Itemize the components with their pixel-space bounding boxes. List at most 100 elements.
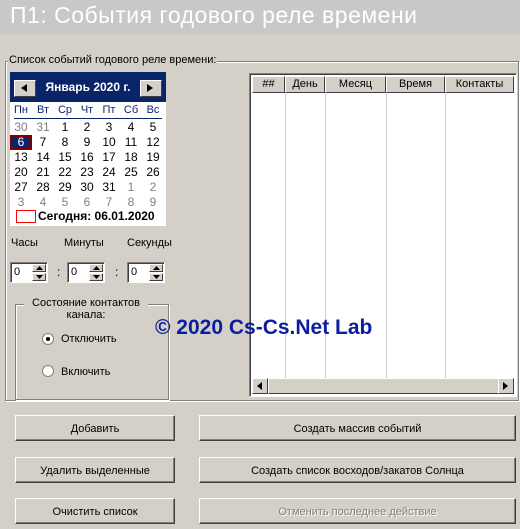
calendar-day[interactable]: 31: [32, 120, 54, 135]
calendar-day[interactable]: 26: [142, 165, 164, 180]
calendar-day[interactable]: 16: [76, 150, 98, 165]
calendar-day[interactable]: 28: [32, 180, 54, 195]
prev-month-button[interactable]: [14, 80, 36, 97]
calendar-day[interactable]: 8: [54, 135, 76, 150]
radio-disable[interactable]: [42, 333, 54, 345]
seconds-up-button[interactable]: [149, 264, 163, 272]
today-label[interactable]: Сегодня: 06.01.2020: [38, 209, 155, 223]
calendar-day[interactable]: 25: [120, 165, 142, 180]
seconds-label: Секунды: [127, 237, 172, 249]
calendar-day[interactable]: 2: [142, 180, 164, 195]
minutes-up-button[interactable]: [89, 264, 103, 272]
calendar-day[interactable]: 3: [98, 120, 120, 135]
column-header-month[interactable]: Месяц: [325, 76, 386, 93]
undo-button[interactable]: Отменить последнее действие: [199, 498, 516, 524]
calendar-day[interactable]: 19: [142, 150, 164, 165]
hours-spinner[interactable]: 0: [10, 262, 48, 283]
scroll-left-button[interactable]: [252, 378, 268, 394]
minutes-value[interactable]: 0: [71, 266, 77, 278]
arrow-up-icon: [93, 266, 100, 270]
calendar-day[interactable]: 31: [98, 180, 120, 195]
calendar-day[interactable]: 15: [54, 150, 76, 165]
calendar-day[interactable]: 1: [54, 120, 76, 135]
calendar-day[interactable]: 24: [98, 165, 120, 180]
create-sun-list-button[interactable]: Создать список восходов/закатов Солнца: [199, 457, 516, 483]
seconds-value[interactable]: 0: [131, 266, 137, 278]
arrow-down-icon: [153, 275, 160, 279]
calendar-day[interactable]: 23: [76, 165, 98, 180]
calendar-day[interactable]: 5: [142, 120, 164, 135]
horizontal-scrollbar[interactable]: [252, 378, 514, 394]
calendar-day[interactable]: 11: [120, 135, 142, 150]
contacts-group-legend: Состояние контактов канала:: [24, 297, 148, 321]
calendar-day[interactable]: 9: [142, 195, 164, 210]
calendar-day[interactable]: 4: [120, 120, 142, 135]
calendar-day[interactable]: 6: [76, 195, 98, 210]
calendar-day[interactable]: 30: [10, 120, 32, 135]
calendar-day[interactable]: 9: [76, 135, 98, 150]
hours-value[interactable]: 0: [14, 266, 20, 278]
calendar-day[interactable]: 1: [120, 180, 142, 195]
weekday-header: Чт: [80, 104, 94, 116]
calendar-day[interactable]: 5: [54, 195, 76, 210]
calendar-day[interactable]: 10: [98, 135, 120, 150]
radio-enable-label[interactable]: Включить: [61, 366, 110, 378]
calendar-day[interactable]: 20: [10, 165, 32, 180]
calendar-day[interactable]: 22: [54, 165, 76, 180]
calendar-day[interactable]: 18: [120, 150, 142, 165]
calendar-day[interactable]: 6: [10, 135, 32, 150]
calendar-day[interactable]: 4: [32, 195, 54, 210]
radio-disable-label[interactable]: Отключить: [61, 333, 117, 345]
seconds-down-button[interactable]: [149, 273, 163, 281]
calendar-day[interactable]: 21: [32, 165, 54, 180]
delete-selected-button[interactable]: Удалить выделенные: [15, 457, 175, 483]
column-header-day[interactable]: День: [285, 76, 325, 93]
create-array-button[interactable]: Создать массив событий: [199, 415, 516, 441]
hours-label: Часы: [11, 237, 38, 249]
arrow-right-icon: [503, 382, 508, 390]
add-button[interactable]: Добавить: [15, 415, 175, 441]
calendar[interactable]: Январь 2020 г. Пн Вт Ср Чт Пт Сб Вс 30 31 1 2 3 4 5 6…: [10, 72, 166, 226]
arrow-down-icon: [36, 275, 43, 279]
seconds-spinner[interactable]: 0: [127, 262, 165, 283]
minutes-spinner[interactable]: 0: [67, 262, 105, 283]
column-header-contacts[interactable]: Контакты: [445, 76, 514, 93]
calendar-day[interactable]: 14: [32, 150, 54, 165]
calendar-day[interactable]: 12: [142, 135, 164, 150]
calendar-day[interactable]: 8: [120, 195, 142, 210]
weekday-header: Пн: [14, 104, 28, 116]
calendar-day[interactable]: 7: [32, 135, 54, 150]
column-divider: [386, 93, 387, 380]
column-header-time[interactable]: Время: [386, 76, 445, 93]
window-title: П1: События годового реле времени: [10, 2, 418, 28]
calendar-day[interactable]: 29: [54, 180, 76, 195]
weekday-header: Сб: [123, 104, 139, 116]
events-table[interactable]: ## День Месяц Время Контакты: [249, 73, 517, 397]
minutes-down-button[interactable]: [89, 273, 103, 281]
clear-list-button[interactable]: Очистить список: [15, 498, 175, 524]
arrow-up-icon: [36, 266, 43, 270]
scroll-thumb[interactable]: [268, 378, 500, 394]
hours-up-button[interactable]: [32, 264, 46, 272]
calendar-header: Январь 2020 г.: [10, 72, 166, 102]
arrow-down-icon: [93, 275, 100, 279]
calendar-day[interactable]: 17: [98, 150, 120, 165]
column-header-number[interactable]: ##: [252, 76, 285, 93]
time-separator: :: [115, 265, 119, 279]
radio-dot: [46, 337, 50, 341]
arrow-up-icon: [153, 266, 160, 270]
weekday-header: Ср: [57, 104, 73, 116]
title-bar: П1: События годового реле времени: [0, 0, 520, 34]
calendar-day[interactable]: 2: [76, 120, 98, 135]
weekday-header: Вс: [146, 104, 160, 116]
calendar-day[interactable]: 27: [10, 180, 32, 195]
calendar-day[interactable]: 3: [10, 195, 32, 210]
hours-down-button[interactable]: [32, 273, 46, 281]
radio-enable[interactable]: [42, 365, 54, 377]
scroll-right-button[interactable]: [498, 378, 514, 394]
events-group-legend: Список событий годового реле времени:: [8, 54, 218, 66]
calendar-day[interactable]: 30: [76, 180, 98, 195]
next-month-button[interactable]: [140, 80, 162, 97]
calendar-day[interactable]: 7: [98, 195, 120, 210]
calendar-day[interactable]: 13: [10, 150, 32, 165]
